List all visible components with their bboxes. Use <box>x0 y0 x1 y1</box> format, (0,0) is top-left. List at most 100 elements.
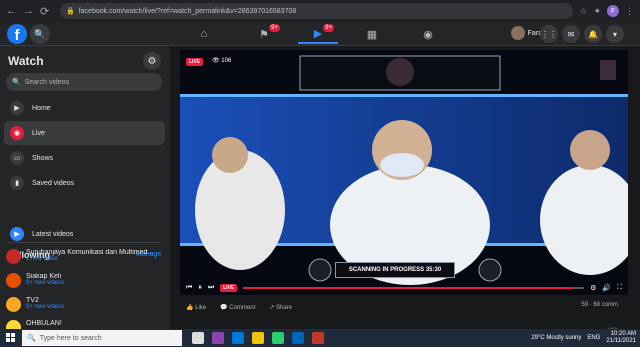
watch-tab[interactable]: ▶ 9+ <box>298 24 338 44</box>
live-video-player[interactable]: LIVE 👁 106 SCANNING IN PROGRESS 35:30 ⏮ … <box>180 50 628 295</box>
latest-videos-item[interactable]: ▶ Latest videos <box>4 222 165 246</box>
weather-status[interactable]: 29°C Mostly sunny <box>531 335 581 341</box>
messenger-icon[interactable]: ✉ <box>562 25 580 43</box>
volume-icon[interactable]: 🔊 <box>602 284 611 292</box>
lang-indicator[interactable]: ENG <box>587 335 600 341</box>
windows-start-icon[interactable] <box>0 329 22 347</box>
progress-track[interactable] <box>243 287 585 289</box>
like-button[interactable]: 👍 Like <box>186 304 206 311</box>
home-tab[interactable]: ⌂ <box>184 24 224 44</box>
sidebar-item-live[interactable]: ◉ Live <box>4 121 165 145</box>
search-videos-input[interactable]: 🔍 Search videos <box>6 73 162 91</box>
clock-date: 21/11/2021 <box>606 338 636 344</box>
menu-grid-icon[interactable]: ⋮⋮ <box>540 25 558 43</box>
following-item[interactable]: TV2 9+ new videos <box>6 297 166 312</box>
sidebar-item-shows[interactable]: ▭ Shows <box>4 146 165 170</box>
watch-badge: 9+ <box>323 24 334 32</box>
url-text: facebook.com/watch/live/?ref=watch_perma… <box>78 7 297 15</box>
flag-icon: ⚑ <box>259 28 269 41</box>
page-title: Watch <box>8 54 44 68</box>
taskbar-search-input[interactable]: 🔍 Type here to search <box>22 330 182 346</box>
edge-icon[interactable] <box>232 332 244 344</box>
clock[interactable]: 10:20 AM 21/11/2021 <box>606 331 636 345</box>
windows-taskbar: 🔍 Type here to search 29°C Mostly sunny … <box>0 329 640 347</box>
pages-tab[interactable]: ⚑ 9+ <box>244 24 284 44</box>
reload-icon[interactable]: ⟳ <box>40 5 49 18</box>
store-icon: ▦ <box>366 28 378 41</box>
play-icon: ▶ <box>10 227 24 241</box>
forward-icon[interactable]: ⏭ <box>208 284 214 292</box>
pause-icon[interactable]: ⏸ <box>198 284 202 292</box>
page-avatar <box>6 320 21 329</box>
sidebar-item-label: Live <box>32 129 45 137</box>
caption-text: SCANNING IN PROGRESS <box>348 267 425 273</box>
chrome-icon[interactable] <box>272 332 284 344</box>
star-icon[interactable]: ☆ <box>579 6 587 17</box>
avatar <box>510 26 525 40</box>
pages-badge: 9+ <box>269 24 280 32</box>
page-avatar <box>6 273 21 288</box>
file-explorer-icon[interactable] <box>252 332 264 344</box>
facebook-header: f 🔍 ⌂ ⚑ 9+ ▶ 9+ ▦ ◉ Fara ⋮⋮ ✉ 🔔 ▾ <box>0 22 640 46</box>
live-badge: LIVE <box>186 58 204 66</box>
taskbar-apps <box>192 332 324 344</box>
live-indicator: LIVE <box>220 284 238 292</box>
video-controls: ⏮ ⏸ ⏭ LIVE ⚙ 🔊 ⛶ <box>180 281 628 295</box>
store-icon[interactable] <box>292 332 304 344</box>
like-label: Like <box>195 304 207 311</box>
following-name: Siakap Keli <box>26 273 62 280</box>
rewind-icon[interactable]: ⏮ <box>186 284 192 292</box>
reaction-summary[interactable]: 59 · 68 comm <box>581 302 618 308</box>
settings-icon[interactable]: ⚙ <box>590 284 596 292</box>
bookmark-icon: ▮ <box>10 176 24 190</box>
facebook-logo[interactable]: f <box>7 24 27 44</box>
lock-icon: 🔒 <box>66 8 75 15</box>
viewer-count-value: 106 <box>221 58 232 64</box>
gaming-tab[interactable]: ◉ <box>408 24 448 44</box>
forward-icon[interactable]: → <box>23 5 34 18</box>
comment-button[interactable]: 💬 Comment <box>220 304 255 311</box>
latest-videos-label: Latest videos <box>32 230 74 238</box>
menu-icon[interactable]: ⋮ <box>625 6 634 17</box>
gaming-icon: ◉ <box>423 28 433 41</box>
marketplace-tab[interactable]: ▦ <box>352 24 392 44</box>
following-item[interactable]: Siakap Keli 9+ new videos <box>6 273 166 288</box>
address-bar[interactable]: 🔒 facebook.com/watch/live/?ref=watch_per… <box>60 3 574 19</box>
fullscreen-icon[interactable]: ⛶ <box>617 284 622 292</box>
sidebar-item-home[interactable]: ▶ Home <box>4 96 165 120</box>
notifications-icon[interactable]: 🔔 <box>584 25 602 43</box>
sidebar-item-label: Home <box>32 104 51 112</box>
account-menu-icon[interactable]: ▾ <box>606 25 624 43</box>
back-icon[interactable]: ← <box>6 5 17 18</box>
extensions-icon[interactable]: ✦ <box>593 6 601 17</box>
search-placeholder: Search videos <box>24 78 70 86</box>
profile-avatar[interactable]: F <box>607 5 619 17</box>
following-item[interactable]: Suruhanjaya Komunikasi dan Multimed... 1… <box>6 249 166 264</box>
search-icon[interactable]: 🔍 <box>30 24 50 44</box>
play-icon: ▶ <box>10 101 24 115</box>
share-button[interactable]: ↗ Share <box>269 304 292 311</box>
video-actions: 👍 Like 💬 Comment ↗ Share <box>180 298 628 316</box>
sidebar-item-saved[interactable]: ▮ Saved videos <box>4 171 165 195</box>
account-link[interactable]: Fara <box>510 26 542 40</box>
live-icon: ◉ <box>10 126 24 140</box>
following-sub: 9+ new videos <box>26 280 65 286</box>
browser-actions: ☆ ✦ F ⋮ <box>579 5 640 17</box>
following-sub: 1 new video <box>26 256 59 262</box>
viewer-count: 👁 106 <box>212 58 232 64</box>
task-view-icon[interactable] <box>192 332 204 344</box>
following-name: TV2 <box>26 297 39 304</box>
sidebar-item-label: Shows <box>32 154 54 162</box>
browser-nav: ← → ⟳ <box>0 5 60 18</box>
progress-fill <box>243 287 574 289</box>
following-name: Suruhanjaya Komunikasi dan Multimed... <box>26 249 154 256</box>
settings-gear-icon[interactable]: ⚙ <box>143 52 161 70</box>
app-icon[interactable] <box>212 332 224 344</box>
sidebar-item-label: Saved videos <box>32 179 75 187</box>
following-item[interactable]: OHBULAN! <box>6 320 166 329</box>
search-icon: 🔍 <box>12 79 21 86</box>
video-frame <box>180 55 628 285</box>
share-label: Share <box>276 304 293 311</box>
home-icon: ⌂ <box>200 28 208 40</box>
app-icon[interactable] <box>312 332 324 344</box>
